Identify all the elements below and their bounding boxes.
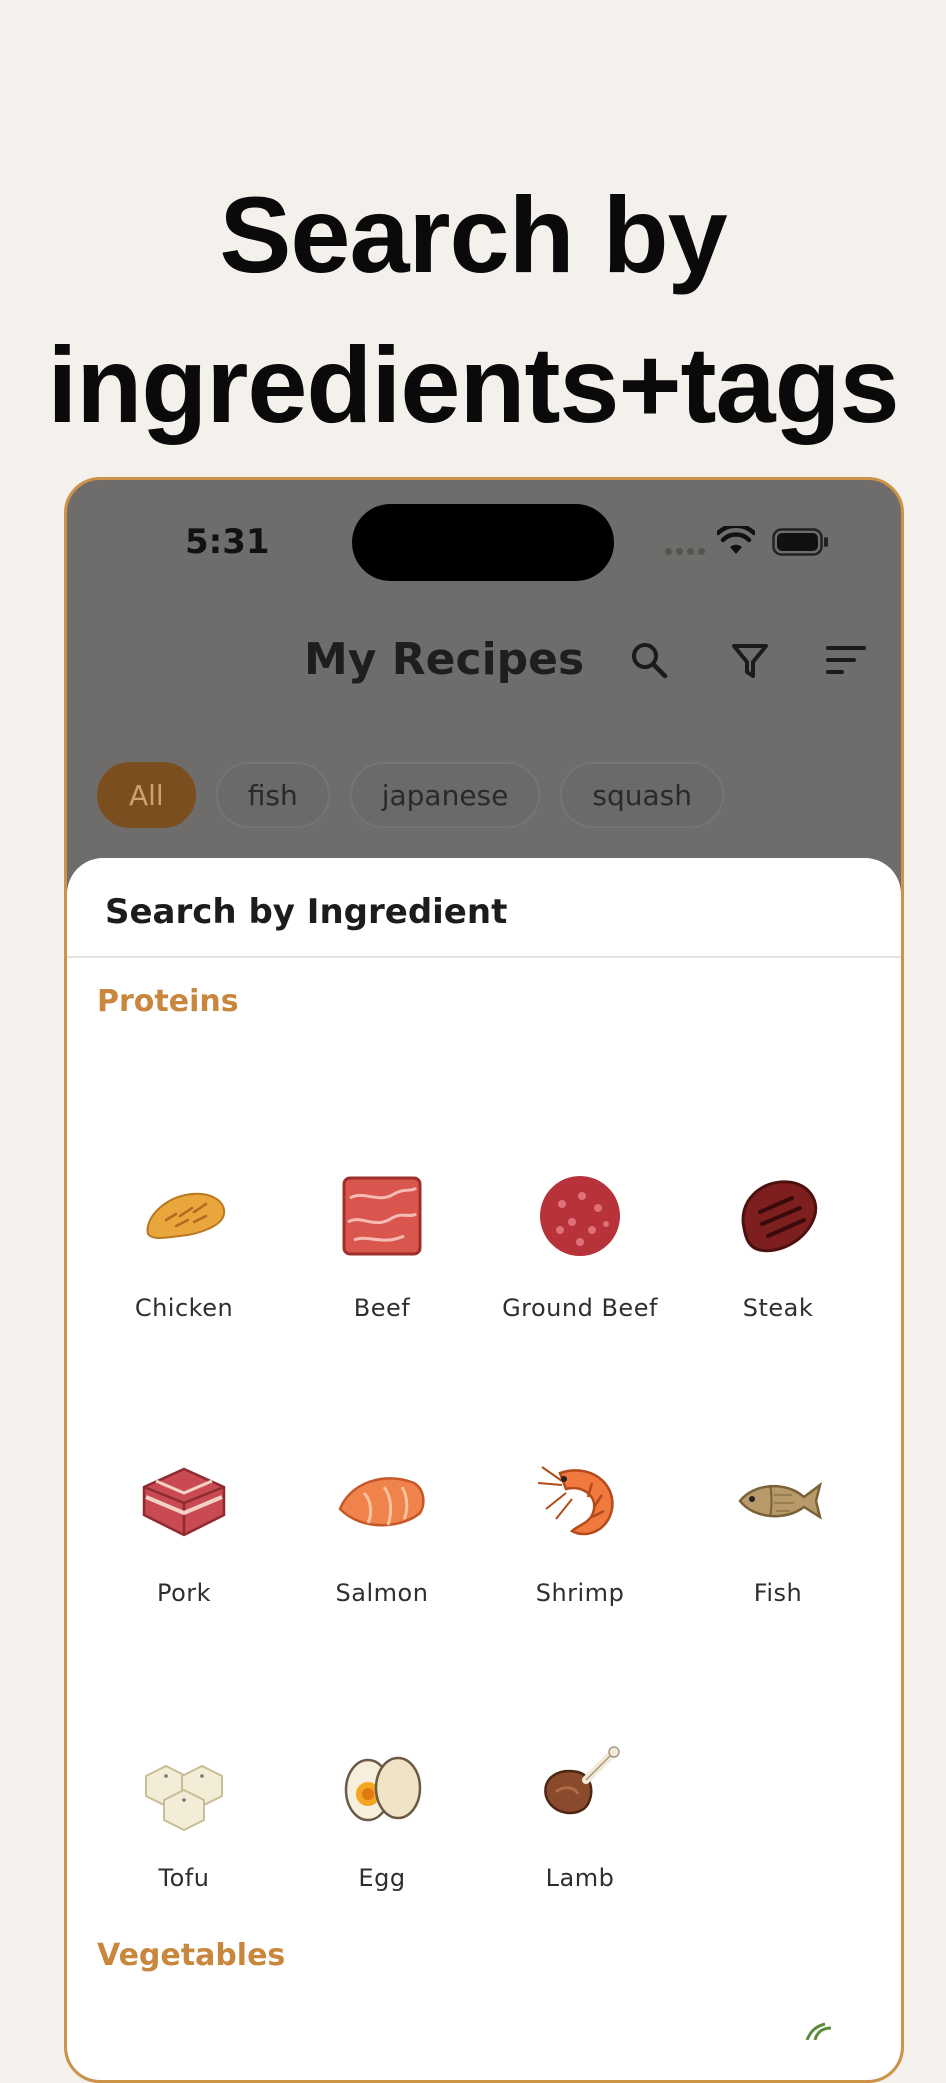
ingredient-ground-beef[interactable]: Ground Beef	[481, 1168, 679, 1322]
chip-japanese[interactable]: japanese	[349, 762, 541, 828]
ingredient-shrimp[interactable]: Shrimp	[481, 1453, 679, 1607]
ingredient-fish[interactable]: Fish	[679, 1453, 877, 1607]
ingredient-beef[interactable]: Beef	[283, 1168, 481, 1322]
divider	[67, 956, 901, 958]
headline-line-2: ingredients+tags	[47, 324, 899, 445]
page-title: My Recipes	[304, 634, 585, 685]
chip-squash[interactable]: squash	[560, 762, 724, 828]
ground-beef-icon	[540, 1176, 620, 1256]
steak-icon	[741, 1180, 818, 1253]
ingredient-pork[interactable]: Pork	[85, 1453, 283, 1607]
ingredient-steak[interactable]: Steak	[679, 1168, 877, 1322]
battery-icon	[772, 528, 828, 556]
wifi-icon	[717, 526, 755, 554]
ingredient-lamb[interactable]: Lamb	[481, 1738, 679, 1892]
vegetable-peek-icon	[805, 2022, 832, 2040]
ingredient-egg[interactable]: Egg	[283, 1738, 481, 1892]
section-vegetables: Vegetables	[97, 1938, 286, 1973]
egg-icon	[344, 1756, 422, 1822]
pork-icon	[142, 1467, 226, 1537]
ingredient-salmon[interactable]: Salmon	[283, 1453, 481, 1607]
chip-all[interactable]: All	[97, 762, 196, 828]
sheet-title: Search by Ingredient	[105, 892, 508, 932]
signal-dots-icon	[665, 548, 705, 555]
fish-icon	[738, 1481, 823, 1520]
ingredient-tofu[interactable]: Tofu	[85, 1738, 283, 1892]
beef-icon	[342, 1176, 422, 1256]
ingredient-chicken[interactable]: Chicken	[85, 1168, 283, 1322]
ingredient-search-sheet: Search by Ingredient Proteins Chicken Be…	[67, 858, 901, 2080]
search-icon[interactable]	[627, 638, 671, 682]
sort-icon[interactable]	[824, 638, 868, 682]
lamb-icon	[544, 1746, 620, 1815]
headline-line-1: Search by	[219, 174, 727, 295]
status-time: 5:31	[185, 522, 270, 562]
dynamic-island	[352, 504, 614, 581]
filter-icon[interactable]	[728, 638, 772, 682]
salmon-icon	[338, 1477, 425, 1527]
phone-frame: 5:31 My Recipes All fish japanese squash…	[64, 477, 904, 2083]
shrimp-icon	[537, 1466, 614, 1536]
tag-chip-row: All fish japanese squash	[97, 762, 724, 828]
marketing-headline: Search by ingredients+tags	[0, 160, 946, 460]
chip-fish[interactable]: fish	[215, 762, 330, 828]
section-proteins: Proteins	[97, 984, 239, 1019]
chicken-icon	[146, 1192, 226, 1239]
tofu-icon	[145, 1764, 223, 1832]
